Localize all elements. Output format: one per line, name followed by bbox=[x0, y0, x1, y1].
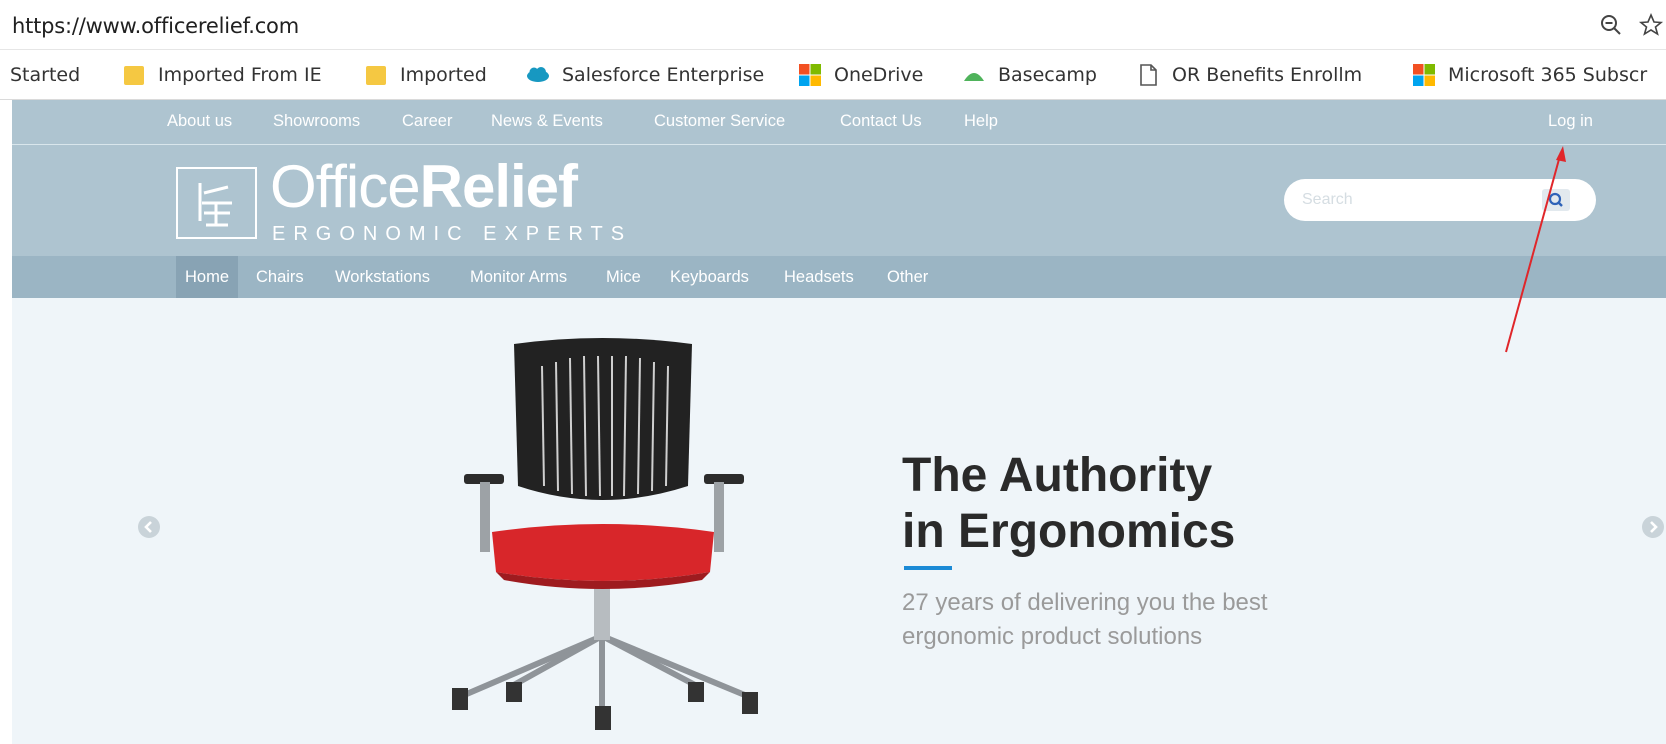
site-header: OfficeRelief ERGONOMIC EXPERTS bbox=[12, 145, 1666, 256]
folder-icon bbox=[124, 66, 144, 85]
nav-about-us[interactable]: About us bbox=[167, 112, 232, 131]
bookmark-label: Imported From IE bbox=[158, 64, 322, 86]
category-keyboards[interactable]: Keyboards bbox=[661, 256, 758, 298]
logo-relief: Relief bbox=[419, 153, 578, 220]
bookmark-imported-from-ie[interactable]: Imported From IE bbox=[122, 61, 322, 89]
bookmark-label: Basecamp bbox=[998, 64, 1097, 86]
category-other[interactable]: Other bbox=[878, 256, 937, 298]
bookmark-or-benefits[interactable]: OR Benefits Enrollme bbox=[1136, 61, 1362, 89]
search-input[interactable] bbox=[1302, 187, 1532, 213]
microsoft-logo-icon bbox=[1413, 64, 1435, 86]
url-text[interactable]: https://www.officerelief.com bbox=[12, 14, 299, 38]
bookmark-label: Microsoft 365 Subscr bbox=[1448, 64, 1648, 86]
chevron-left-icon bbox=[144, 521, 152, 533]
bookmark-started[interactable]: Started bbox=[10, 61, 80, 89]
office-chair-image[interactable] bbox=[452, 336, 792, 744]
bookmark-salesforce[interactable]: Salesforce Enterprise bbox=[526, 61, 764, 89]
folder-icon bbox=[366, 66, 386, 85]
logo-chair-icon[interactable] bbox=[176, 167, 257, 239]
bookmark-label: Imported bbox=[400, 64, 487, 86]
nav-news-events[interactable]: News & Events bbox=[491, 112, 603, 131]
login-link[interactable]: Log in bbox=[1548, 112, 1593, 131]
address-bar[interactable]: https://www.officerelief.com bbox=[0, 0, 1666, 50]
basecamp-icon bbox=[964, 73, 984, 81]
category-chairs[interactable]: Chairs bbox=[247, 256, 313, 298]
page-icon bbox=[1140, 64, 1157, 86]
nav-contact-us[interactable]: Contact Us bbox=[840, 112, 922, 131]
bookmark-onedrive[interactable]: OneDrive bbox=[798, 61, 923, 89]
bookmarks-bar: Started Imported From IE Imported Salesf… bbox=[0, 50, 1666, 100]
hero-headline: The Authority in Ergonomics bbox=[902, 448, 1235, 560]
bookmark-microsoft-365[interactable]: Microsoft 365 Subscr bbox=[1412, 61, 1647, 89]
zoom-out-icon[interactable] bbox=[1598, 12, 1624, 38]
bookmark-label: Started bbox=[10, 64, 81, 86]
bookmark-imported[interactable]: Imported bbox=[364, 61, 487, 89]
hero-slider: The Authority in Ergonomics 27 years of … bbox=[12, 298, 1666, 744]
search-icon bbox=[1548, 192, 1563, 207]
next-slide-button[interactable] bbox=[1642, 516, 1664, 538]
category-mice[interactable]: Mice bbox=[597, 256, 650, 298]
top-nav: About us Showrooms Career News & Events … bbox=[12, 100, 1666, 145]
category-monitor-arms[interactable]: Monitor Arms bbox=[461, 256, 576, 298]
logo-tagline: ERGONOMIC EXPERTS bbox=[272, 223, 633, 245]
hero-subtext: 27 years of delivering you the best ergo… bbox=[902, 589, 1268, 650]
nav-help[interactable]: Help bbox=[964, 112, 998, 131]
headline-line-1: The Authority bbox=[902, 449, 1213, 502]
browser-window: https://www.officerelief.com Started Imp… bbox=[0, 0, 1666, 744]
nav-career[interactable]: Career bbox=[402, 112, 452, 131]
salesforce-cloud-icon bbox=[527, 67, 549, 82]
logo-office: Office bbox=[270, 153, 421, 220]
search-button[interactable] bbox=[1542, 189, 1570, 211]
nav-showrooms[interactable]: Showrooms bbox=[273, 112, 360, 131]
category-home[interactable]: Home bbox=[176, 256, 239, 298]
chevron-right-icon bbox=[1650, 521, 1658, 533]
bookmark-star-icon[interactable] bbox=[1638, 12, 1664, 38]
bookmark-label: OR Benefits Enrollme bbox=[1172, 64, 1362, 86]
category-workstations[interactable]: Workstations bbox=[326, 256, 439, 298]
nav-customer-service[interactable]: Customer Service bbox=[654, 112, 785, 131]
prev-slide-button[interactable] bbox=[138, 516, 160, 538]
category-headsets[interactable]: Headsets bbox=[775, 256, 863, 298]
category-nav: Home Chairs Workstations Monitor Arms Mi… bbox=[12, 256, 1666, 298]
website: About us Showrooms Career News & Events … bbox=[12, 100, 1666, 744]
logo-wordmark[interactable]: OfficeRelief bbox=[270, 157, 578, 217]
bookmark-basecamp[interactable]: Basecamp bbox=[962, 61, 1097, 89]
bookmark-label: Salesforce Enterprise bbox=[562, 64, 765, 86]
headline-line-2: in Ergonomics bbox=[902, 505, 1236, 558]
headline-accent-bar bbox=[904, 566, 952, 570]
bookmark-label: OneDrive bbox=[834, 64, 924, 86]
microsoft-logo-icon bbox=[799, 64, 821, 86]
search-box bbox=[1284, 179, 1596, 221]
